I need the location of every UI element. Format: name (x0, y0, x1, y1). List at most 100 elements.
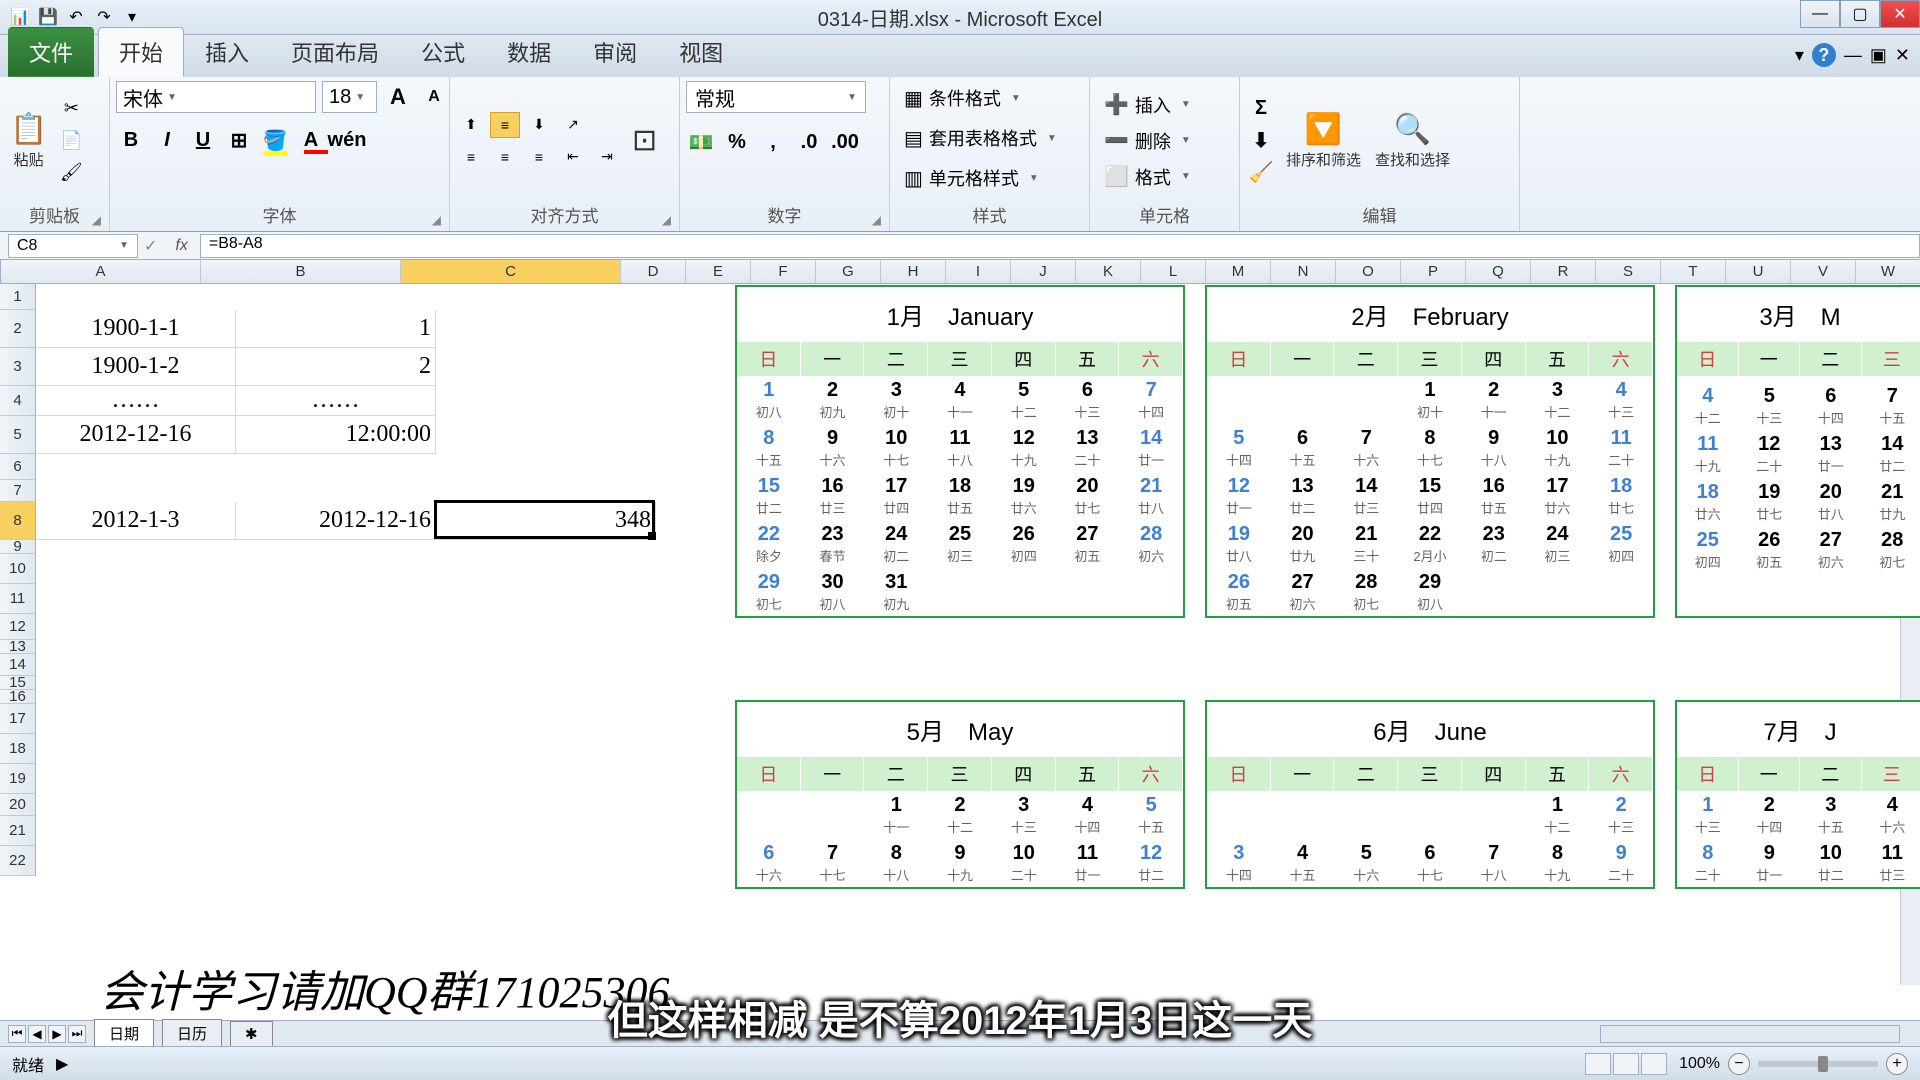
formula-input[interactable]: =B8-A8 (200, 234, 1920, 258)
col-header-I[interactable]: I (946, 260, 1011, 283)
cell-A5[interactable]: 2012-12-16 (36, 416, 236, 454)
col-header-C[interactable]: C (401, 260, 621, 283)
maximize-button[interactable]: ▢ (1840, 0, 1880, 28)
row-header-22[interactable]: 22 (0, 846, 36, 876)
col-header-Q[interactable]: Q (1466, 260, 1531, 283)
align-middle-icon[interactable]: ≡ (490, 112, 520, 138)
align-left-icon[interactable]: ≡ (456, 144, 486, 170)
tab-view[interactable]: 视图 (658, 27, 744, 77)
minimize-ribbon-icon[interactable]: ▾ (1795, 45, 1804, 66)
italic-button[interactable]: I (152, 125, 182, 155)
save-icon[interactable]: 💾 (36, 5, 60, 29)
row-header-1[interactable]: 1 (0, 284, 36, 310)
col-header-P[interactable]: P (1401, 260, 1466, 283)
tab-home[interactable]: 开始 (98, 27, 184, 77)
dec-decimal-icon[interactable]: .00 (830, 127, 860, 157)
row-header-19[interactable]: 19 (0, 764, 36, 794)
percent-icon[interactable]: % (722, 127, 752, 157)
orientation-icon[interactable]: ↗ (558, 112, 588, 138)
fill-icon[interactable]: ⬇ (1246, 126, 1276, 156)
row-header-11[interactable]: 11 (0, 584, 36, 614)
nav-first-icon[interactable]: ⏮ (8, 1025, 26, 1043)
table-format-button[interactable]: ▤套用表格格式▼ (896, 121, 1065, 155)
currency-icon[interactable]: 💵 (686, 127, 716, 157)
tab-review[interactable]: 审阅 (572, 27, 658, 77)
format-painter-icon[interactable]: 🖌 (57, 159, 85, 187)
col-header-R[interactable]: R (1531, 260, 1596, 283)
col-header-B[interactable]: B (201, 260, 401, 283)
insert-cells-button[interactable]: ➕插入▼ (1096, 88, 1199, 122)
redo-icon[interactable]: ↷ (92, 5, 116, 29)
macro-icon[interactable]: ▶ (56, 1054, 68, 1074)
col-header-F[interactable]: F (751, 260, 816, 283)
row-header-8[interactable]: 8 (0, 502, 36, 540)
col-header-S[interactable]: S (1596, 260, 1661, 283)
row-header-12[interactable]: 12 (0, 614, 36, 640)
tab-data[interactable]: 数据 (486, 27, 572, 77)
row-header-21[interactable]: 21 (0, 816, 36, 846)
nav-prev-icon[interactable]: ◀ (28, 1025, 46, 1043)
clear-icon[interactable]: 🧹 (1246, 158, 1276, 188)
cancel-icon[interactable]: ✓ (138, 236, 163, 256)
align-right-icon[interactable]: ≡ (524, 144, 554, 170)
phonetic-button[interactable]: wén (332, 125, 362, 155)
col-header-G[interactable]: G (816, 260, 881, 283)
align-bottom-icon[interactable]: ⬇ (524, 112, 554, 138)
font-color-button[interactable]: A (296, 125, 326, 155)
fill-color-button[interactable]: 🪣 (260, 125, 290, 155)
col-header-E[interactable]: E (686, 260, 751, 283)
col-header-N[interactable]: N (1271, 260, 1336, 283)
cell-A2[interactable]: 1900-1-1 (36, 310, 236, 348)
page-break-view-icon[interactable] (1641, 1053, 1667, 1075)
format-cells-button[interactable]: ⬜格式▼ (1096, 160, 1199, 194)
align-top-icon[interactable]: ⬆ (456, 112, 486, 138)
nav-last-icon[interactable]: ⏭ (68, 1025, 86, 1043)
cell-A8[interactable]: 2012-1-3 (36, 502, 236, 540)
delete-cells-button[interactable]: ➖删除▼ (1096, 124, 1199, 158)
col-header-J[interactable]: J (1011, 260, 1076, 283)
tab-insert[interactable]: 插入 (184, 27, 270, 77)
window-min-icon[interactable]: — (1844, 45, 1862, 66)
window-restore-icon[interactable]: ▣ (1870, 45, 1887, 66)
launcher-icon[interactable]: ◢ (92, 213, 101, 227)
cell-B5[interactable]: 12:00:00 (236, 416, 436, 454)
help-icon[interactable]: ? (1812, 43, 1836, 67)
zoom-in-button[interactable]: + (1886, 1053, 1908, 1075)
comma-icon[interactable]: , (758, 127, 788, 157)
row-header-10[interactable]: 10 (0, 554, 36, 584)
launcher-icon[interactable]: ◢ (662, 213, 671, 227)
normal-view-icon[interactable] (1585, 1053, 1611, 1075)
page-layout-view-icon[interactable] (1613, 1053, 1639, 1075)
cell-B4[interactable]: …… (236, 386, 436, 416)
col-header-H[interactable]: H (881, 260, 946, 283)
underline-button[interactable]: U (188, 125, 218, 155)
col-header-W[interactable]: W (1856, 260, 1920, 283)
launcher-icon[interactable]: ◢ (872, 213, 881, 227)
cell-A4[interactable]: …… (36, 386, 236, 416)
row-header-6[interactable]: 6 (0, 454, 36, 480)
horizontal-scrollbar[interactable] (1600, 1025, 1900, 1043)
name-box[interactable]: C8▼ (8, 234, 138, 258)
row-header-20[interactable]: 20 (0, 794, 36, 816)
align-center-icon[interactable]: ≡ (490, 144, 520, 170)
col-header-K[interactable]: K (1076, 260, 1141, 283)
row-header-16[interactable]: 16 (0, 690, 36, 704)
inc-decimal-icon[interactable]: .0 (794, 127, 824, 157)
tab-layout[interactable]: 页面布局 (270, 27, 400, 77)
row-header-18[interactable]: 18 (0, 734, 36, 764)
row-header-4[interactable]: 4 (0, 386, 36, 416)
col-header-V[interactable]: V (1791, 260, 1856, 283)
qat-drop-icon[interactable]: ▾ (120, 5, 144, 29)
zoom-level[interactable]: 100% (1679, 1055, 1720, 1073)
col-header-L[interactable]: L (1141, 260, 1206, 283)
col-header-M[interactable]: M (1206, 260, 1271, 283)
font-name-select[interactable]: 宋体▼ (116, 81, 316, 113)
new-sheet-icon[interactable]: ✱ (230, 1021, 273, 1047)
minimize-button[interactable]: — (1800, 0, 1840, 28)
undo-icon[interactable]: ↶ (64, 5, 88, 29)
find-select-button[interactable]: 🔍查找和选择 (1371, 108, 1454, 174)
cond-format-button[interactable]: ▦条件格式▼ (896, 81, 1029, 115)
zoom-out-button[interactable]: − (1728, 1053, 1750, 1075)
row-header-7[interactable]: 7 (0, 480, 36, 502)
window-close-icon[interactable]: ✕ (1895, 45, 1910, 66)
